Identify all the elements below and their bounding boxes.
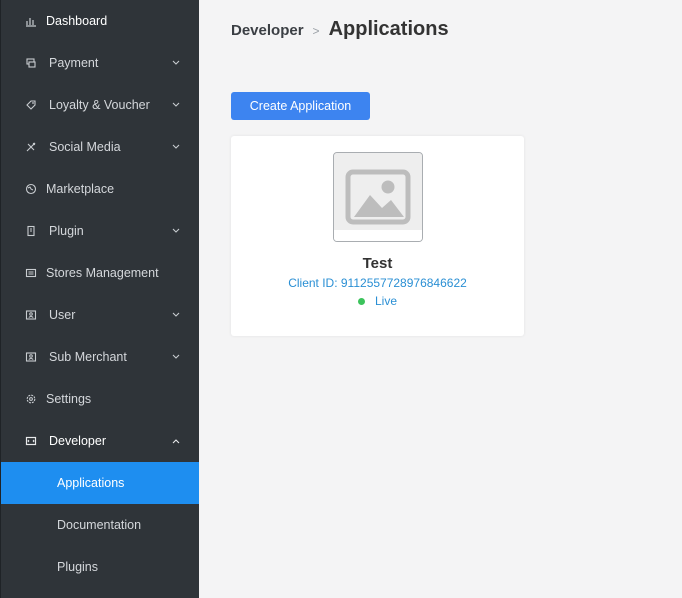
sidebar-item-label: User [49,308,76,322]
sidebar-item-label: Marketplace [46,182,115,196]
breadcrumb-parent[interactable]: Developer [231,22,304,39]
sidebar-item-label: Payment [49,56,99,70]
sidebar-item-plugin[interactable]: Plugin [1,210,199,252]
user-icon [24,308,38,322]
sidebar-subitem-label: Applications [57,476,125,490]
application-card[interactable]: Test Client ID: 9112557728976846622 Live [231,136,524,336]
sidebar-item-label: Dashboard [46,14,108,28]
breadcrumb: Developer > Applications [231,18,449,41]
developer-icon [24,434,38,448]
create-application-button[interactable]: Create Application [231,92,370,120]
chevron-up-icon [171,436,181,446]
payment-icon [24,56,38,70]
chevron-down-icon [171,310,181,320]
breadcrumb-separator: > [312,24,320,38]
sidebar-item-label: Settings [46,392,92,406]
sidebar-subitem-plugins[interactable]: Plugins [1,546,199,588]
sidebar-item-label: Stores Management [46,266,159,280]
chevron-down-icon [171,58,181,68]
chevron-down-icon [171,352,181,362]
status-text: Live [374,294,397,308]
app-thumbnail [333,152,423,242]
app-name: Test [362,255,393,272]
sidebar-item-social-media[interactable]: Social Media [1,126,199,168]
image-placeholder-icon [334,153,422,241]
sidebar-item-label: Developer [49,434,106,448]
merchant-icon [24,350,38,364]
sidebar-item-developer[interactable]: Developer [1,420,199,462]
page-title: Applications [328,18,449,40]
sidebar-subitem-applications[interactable]: Applications [1,462,199,504]
app-client-id: Client ID: 9112557728976846622 [288,276,467,290]
plugin-icon [24,224,38,238]
sidebar-item-user[interactable]: User [1,294,199,336]
sidebar-item-dashboard[interactable]: Dashboard [1,0,199,42]
store-icon [24,266,38,280]
sidebar-item-loyalty-voucher[interactable]: Loyalty & Voucher [1,84,199,126]
status-badge: Live [231,294,524,308]
chevron-down-icon [171,226,181,236]
sidebar-item-label: Sub Merchant [49,350,127,364]
sidebar-item-sub-merchant[interactable]: Sub Merchant [1,336,199,378]
sidebar-item-stores-management[interactable]: Stores Management [1,252,199,294]
sidebar-item-label: Social Media [49,140,121,154]
sidebar-item-payment[interactable]: Payment [1,42,199,84]
sidebar-item-settings[interactable]: Settings [1,378,199,420]
sidebar: Dashboard Payment Loyalty & Voucher Soci… [0,0,199,598]
gear-icon [24,392,38,406]
chevron-down-icon [171,142,181,152]
globe-icon [24,182,38,196]
tag-icon [24,98,38,112]
sidebar-subitem-label: Plugins [57,560,98,574]
dashboard-icon [24,14,38,28]
social-icon [24,140,38,154]
sidebar-subitem-documentation[interactable]: Documentation [1,504,199,546]
sidebar-item-marketplace[interactable]: Marketplace [1,168,199,210]
sidebar-subitem-label: Documentation [57,518,142,532]
chevron-down-icon [171,100,181,110]
sidebar-item-label: Loyalty & Voucher [49,98,150,112]
status-dot-icon [357,297,365,305]
sidebar-item-label: Plugin [49,224,84,238]
